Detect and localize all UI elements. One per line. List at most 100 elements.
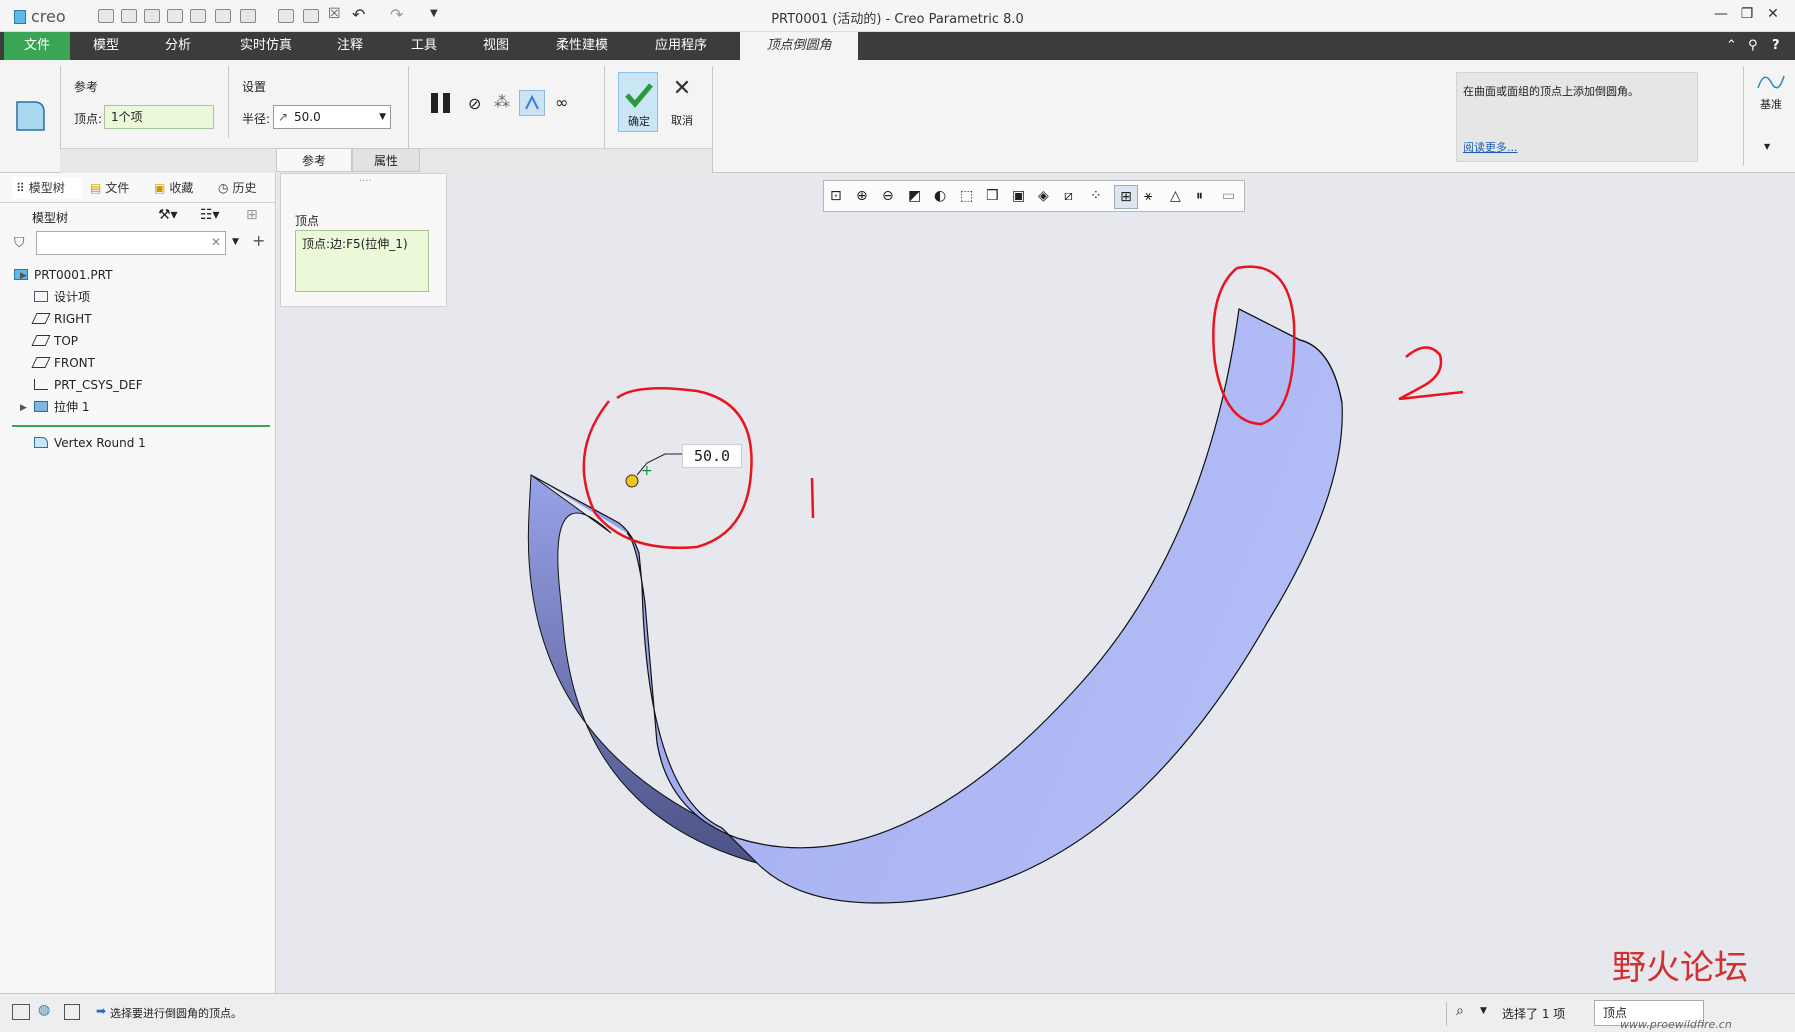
repaint-icon[interactable]: ◩: [908, 188, 921, 204]
zoom-out-icon[interactable]: ⊖: [882, 188, 894, 204]
tree-item-csys[interactable]: PRT_CSYS_DEF: [34, 375, 143, 395]
tree-item-vertex-round[interactable]: Vertex Round 1: [34, 433, 146, 453]
vertex-round-icon: [34, 437, 48, 448]
folder-icon: ▤: [90, 181, 102, 195]
tab-vertex-round[interactable]: 顶点倒圆角: [740, 32, 858, 60]
filter-icon[interactable]: ⛉: [14, 235, 25, 251]
tab-model-tree-label: 模型树: [28, 181, 65, 195]
csys-display-icon[interactable]: ⊞: [1114, 185, 1138, 209]
tab-applications[interactable]: 应用程序: [642, 32, 720, 60]
ok-label: 确定: [628, 115, 650, 128]
graphics-window[interactable]: + 50.0: [277, 173, 1795, 993]
references-group-label: 参考: [74, 80, 99, 94]
full-screen-icon[interactable]: [64, 1004, 80, 1020]
read-more-link[interactable]: 阅读更多...: [1463, 139, 1518, 155]
vertex-round-feature-icon: [14, 98, 48, 132]
tree-item-part[interactable]: PRT0001.PRT: [14, 265, 112, 285]
tab-files-label: 文件: [105, 181, 130, 195]
cancel-x-icon: ✕: [672, 76, 692, 101]
search-icon[interactable]: ⚲: [1748, 38, 1758, 53]
add-filter-icon[interactable]: +: [252, 231, 265, 250]
spin-center-icon[interactable]: ⚹: [1144, 188, 1152, 204]
subtab-references[interactable]: 参考: [276, 148, 352, 172]
insert-indicator[interactable]: [12, 425, 270, 427]
find-icon[interactable]: ⌕: [1456, 1003, 1464, 1019]
datum-points-icon[interactable]: ⁘: [1090, 188, 1102, 204]
datum-display-icon[interactable]: ⧄: [1064, 188, 1073, 204]
pause-icon[interactable]: [428, 90, 454, 116]
csys-icon: [34, 379, 48, 390]
tab-flexible-modeling[interactable]: 柔性建模: [546, 32, 618, 60]
tree-item-front[interactable]: FRONT: [31, 353, 95, 373]
tab-tools[interactable]: 工具: [396, 32, 452, 60]
show-navigator-icon[interactable]: [12, 1004, 30, 1020]
vertex-reference-collector[interactable]: 顶点:边:F5(拉伸_1): [295, 230, 429, 292]
cancel-button[interactable]: ✕ 取消: [662, 72, 702, 132]
tab-model-tree[interactable]: ⠿ 模型树: [12, 177, 82, 199]
search-options-icon[interactable]: ▼: [232, 237, 239, 247]
vertex-label: 顶点:: [74, 112, 103, 126]
tree-display-icon[interactable]: ☷▾: [200, 207, 220, 223]
refit-icon[interactable]: ⊡: [830, 188, 842, 204]
no-preview-icon[interactable]: ⊘: [468, 94, 494, 120]
radius-label: 半径:: [242, 112, 271, 126]
panel-grip-icon[interactable]: ····: [359, 176, 372, 187]
datum-dropdown-icon[interactable]: ▼: [1764, 142, 1770, 151]
tab-files[interactable]: ▤ 文件: [90, 177, 148, 199]
display-style-icon[interactable]: ◐: [934, 188, 946, 204]
tree-search-input[interactable]: [36, 231, 226, 255]
tree-item-extrude[interactable]: 拉伸 1: [34, 397, 89, 417]
find-dropdown-icon[interactable]: ▼: [1480, 1006, 1487, 1016]
graphics-toolbar: ⊡ ⊕ ⊖ ◩ ◐ ⬚ ❒ ▣ ◈ ⧄ ⁘ ⊞ ⚹ △ ⏸ ▭: [823, 180, 1245, 212]
ref-panel-title: 顶点: [295, 214, 320, 228]
tree-columns-icon[interactable]: ⊞: [246, 207, 258, 223]
tab-model[interactable]: 模型: [76, 32, 136, 60]
annotation-display-icon[interactable]: △: [1170, 188, 1181, 204]
tree-item-top[interactable]: TOP: [31, 331, 78, 351]
close-icon[interactable]: ✕: [1762, 6, 1784, 22]
collapse-ribbon-icon[interactable]: ⌃: [1726, 38, 1737, 53]
radius-dimension[interactable]: 50.0: [682, 444, 742, 468]
vertex-collector[interactable]: 1个项: [104, 105, 214, 129]
tab-file[interactable]: 文件: [4, 32, 70, 60]
zoom-in-icon[interactable]: ⊕: [856, 188, 868, 204]
maximize-icon[interactable]: ❐: [1736, 6, 1758, 22]
datum-icon[interactable]: [1752, 68, 1790, 98]
vertex-point-icon: [625, 474, 639, 488]
minimize-icon[interactable]: —: [1710, 6, 1732, 22]
tab-annotate[interactable]: 注释: [322, 32, 378, 60]
radius-value: 50.0: [294, 110, 321, 124]
verify-mode-icon[interactable]: ∞: [555, 93, 581, 119]
dynamic-preview-icon[interactable]: [519, 90, 545, 116]
pause-render-icon[interactable]: ⏸: [1196, 188, 1203, 204]
vertex-reference-item[interactable]: 顶点:边:F5(拉伸_1): [302, 235, 408, 252]
static-preview-icon[interactable]: ⁂: [494, 92, 520, 118]
clear-search-icon[interactable]: ✕: [211, 235, 221, 249]
tab-analysis[interactable]: 分析: [148, 32, 208, 60]
status-message: 选择要进行倒圆角的顶点。: [110, 1007, 242, 1020]
selected-count[interactable]: 选择了 1 项: [1502, 1005, 1565, 1022]
view-manager-icon[interactable]: ❒: [986, 188, 999, 204]
tab-view[interactable]: 视图: [468, 32, 524, 60]
section-icon[interactable]: ◈: [1038, 188, 1049, 204]
subtab-properties[interactable]: 属性: [352, 148, 420, 172]
expand-design-items-icon[interactable]: ▶: [20, 271, 27, 281]
ok-button[interactable]: 确定: [618, 72, 658, 132]
help-icon[interactable]: ?: [1772, 38, 1780, 53]
tree-item-label: 拉伸 1: [54, 400, 90, 414]
tree-item-design-items[interactable]: 设计项: [34, 287, 90, 307]
show-browser-icon[interactable]: ◍: [38, 1002, 50, 1018]
title-bar: creo ☒ ↶ ↷ ▼ PRT0001 (活动的) - Creo Parame…: [0, 0, 1795, 32]
tree-item-right[interactable]: RIGHT: [31, 309, 92, 329]
menu-bar: 文件 模型 分析 实时仿真 注释 工具 视图 柔性建模 应用程序 顶点倒圆角 ⌃…: [0, 32, 1795, 60]
expand-extrude-icon[interactable]: ▶: [20, 403, 27, 413]
tab-history[interactable]: ◷ 历史: [218, 177, 276, 199]
saved-orientations-icon[interactable]: ⬚: [960, 188, 973, 204]
toolbar-more-icon[interactable]: ▭: [1222, 188, 1235, 204]
chevron-down-icon[interactable]: ▼: [379, 106, 386, 128]
tab-live-simulation[interactable]: 实时仿真: [226, 32, 306, 60]
radius-input[interactable]: ↗ 50.0 ▼: [273, 105, 391, 129]
tab-favorites[interactable]: ▣ 收藏: [154, 177, 212, 199]
tree-settings-icon[interactable]: ⚒▾: [158, 207, 178, 223]
perspective-icon[interactable]: ▣: [1012, 188, 1025, 204]
